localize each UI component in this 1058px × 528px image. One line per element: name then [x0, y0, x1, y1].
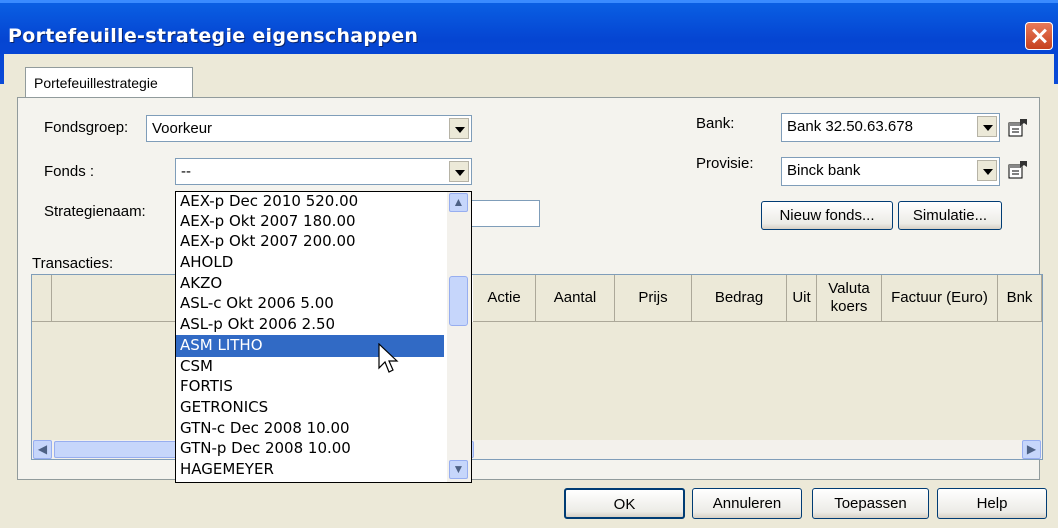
list-item[interactable]: CSM: [180, 356, 444, 378]
properties-icon[interactable]: [1007, 117, 1029, 139]
simulatie-button[interactable]: Simulatie...: [898, 201, 1002, 230]
list-item[interactable]: GTN-c Dec 2008 10.00: [180, 418, 444, 440]
help-button[interactable]: Help: [937, 488, 1047, 519]
chevron-down-icon[interactable]: [977, 160, 997, 181]
column-header-bedrag[interactable]: Bedrag: [692, 275, 787, 322]
column-header-aantal[interactable]: Aantal: [536, 275, 615, 322]
provisie-label: Provisie:: [696, 155, 754, 172]
list-item[interactable]: ASL-p Okt 2006 2.50: [180, 314, 444, 336]
fonds-combo[interactable]: --: [175, 158, 472, 185]
fonds-label: Fonds :: [44, 163, 95, 180]
column-header-valuta-koers[interactable]: Valuta koers: [817, 275, 882, 322]
chevron-right-icon: ▶: [1026, 442, 1037, 456]
column-header-uit[interactable]: Uit: [787, 275, 817, 322]
list-item[interactable]: AEX-p Okt 2007 180.00: [180, 211, 444, 233]
list-item[interactable]: AKZO: [180, 273, 444, 295]
scroll-thumb[interactable]: [449, 276, 468, 326]
list-item[interactable]: AHOLD: [180, 252, 444, 274]
provisie-combo[interactable]: Binck bank: [781, 157, 1000, 186]
vertical-scrollbar[interactable]: ▲ ▼: [447, 192, 471, 482]
list-item[interactable]: ASL-c Okt 2006 5.00: [180, 293, 444, 315]
tab-label: Portefeuillestrategie: [34, 75, 158, 91]
column-header-bnk[interactable]: Bnk: [998, 275, 1042, 322]
row-header-corner: [32, 275, 52, 322]
scroll-right-button[interactable]: ▶: [1022, 440, 1041, 459]
list-item[interactable]: GTN-p Dec 2008 10.00: [180, 438, 444, 460]
annuleren-button[interactable]: Annuleren: [692, 488, 802, 519]
transacties-label: Transacties:: [32, 255, 114, 272]
bank-combo[interactable]: Bank 32.50.63.678: [781, 113, 1000, 142]
provisie-value: Binck bank: [787, 162, 861, 179]
list-item[interactable]: AEX-p Dec 2010 520.00: [180, 192, 444, 213]
chevron-down-icon: ▼: [452, 462, 465, 476]
chevron-up-icon: ▲: [452, 195, 465, 209]
chevron-left-icon: ◀: [37, 442, 48, 456]
column-header-factuur[interactable]: Factuur (Euro): [882, 275, 998, 322]
ok-button[interactable]: OK: [564, 488, 685, 519]
chevron-down-icon[interactable]: [449, 118, 469, 139]
properties-icon[interactable]: [1007, 159, 1029, 181]
list-item[interactable]: HAGEMEYER: [180, 459, 444, 481]
list-item[interactable]: FORTIS: [180, 376, 444, 398]
fonds-value: --: [181, 163, 191, 180]
close-button[interactable]: [1025, 22, 1053, 50]
fondsgroep-label: Fondsgroep:: [44, 119, 129, 136]
nieuw-fonds-button[interactable]: Nieuw fonds...: [761, 201, 893, 230]
window-title: Portefeuille-strategie eigenschappen: [8, 25, 419, 47]
fonds-dropdown-list[interactable]: AEX-p Dec 2010 520.00 AEX-p Okt 2007 180…: [175, 191, 472, 483]
bank-value: Bank 32.50.63.678: [787, 118, 913, 135]
fondsgroep-combo[interactable]: Voorkeur: [146, 115, 472, 142]
column-header-prijs[interactable]: Prijs: [615, 275, 692, 322]
toepassen-button[interactable]: Toepassen: [812, 488, 929, 519]
scroll-up-button[interactable]: ▲: [449, 193, 468, 212]
column-header-actie[interactable]: Actie: [473, 275, 536, 322]
tab-portefeuillestrategie[interactable]: Portefeuillestrategie: [25, 67, 193, 98]
strategienaam-label: Strategienaam:: [44, 203, 146, 220]
list-item[interactable]: AEX-p Okt 2007 200.00: [180, 231, 444, 253]
scroll-left-button[interactable]: ◀: [33, 440, 52, 459]
fondsgroep-value: Voorkeur: [152, 120, 213, 137]
scroll-down-button[interactable]: ▼: [449, 460, 468, 479]
bank-label: Bank:: [696, 115, 735, 132]
chevron-down-icon[interactable]: [977, 116, 997, 137]
mouse-cursor-icon: [378, 343, 399, 373]
list-item[interactable]: GETRONICS: [180, 397, 444, 419]
chevron-down-icon[interactable]: [449, 161, 469, 182]
